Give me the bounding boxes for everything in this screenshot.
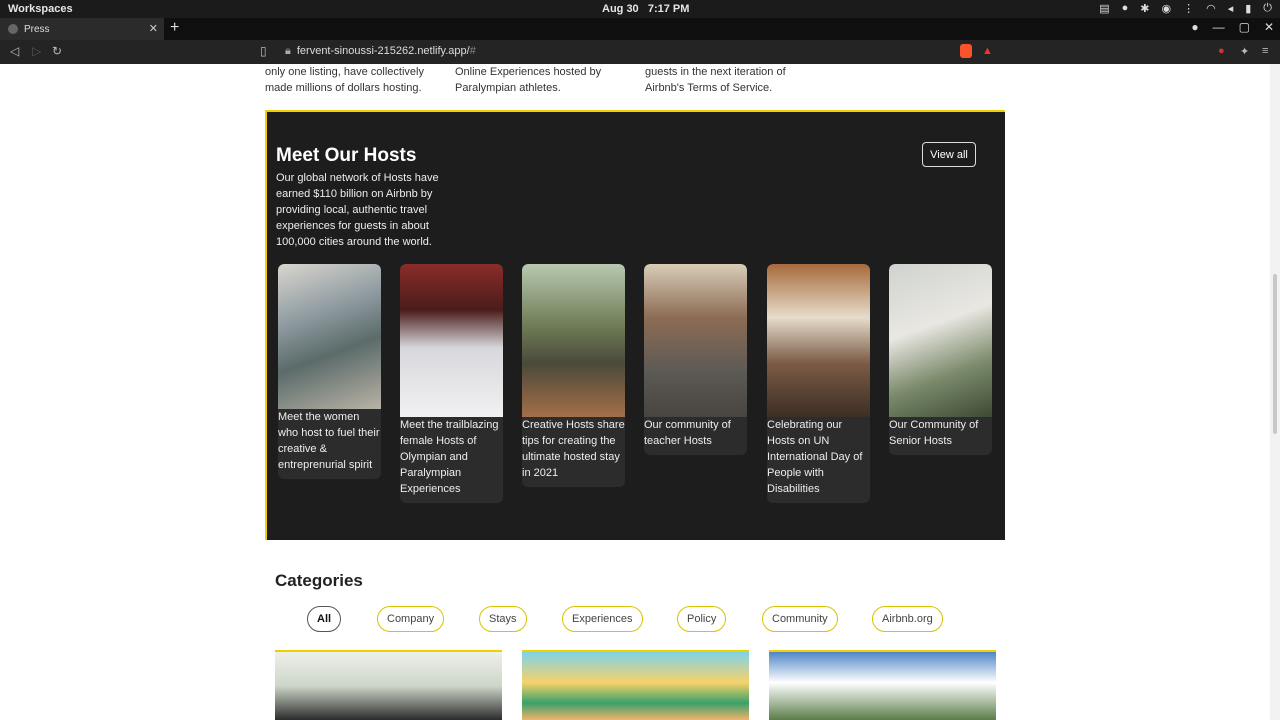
- page-scrollbar[interactable]: [1270, 64, 1280, 720]
- browser-tab[interactable]: Press ✕: [0, 18, 164, 40]
- reload-icon[interactable]: ↻: [52, 44, 62, 58]
- category-chip-company[interactable]: Company: [377, 606, 445, 632]
- host-card-caption: Our community of teacher Hosts: [644, 419, 731, 447]
- workspaces-label[interactable]: Workspaces: [8, 3, 73, 15]
- stat-text-1: only one listing, have collectively made …: [265, 66, 424, 94]
- extension-icon[interactable]: ●: [1218, 45, 1225, 57]
- article-thumbnail-dance[interactable]: [275, 650, 502, 720]
- host-card-caption: Meet the women who host to fuel their cr…: [278, 411, 380, 471]
- bookmark-icon[interactable]: ▯: [260, 44, 267, 58]
- view-all-button[interactable]: View all: [922, 142, 976, 167]
- hosts-description: Our global network of Hosts have earned …: [276, 172, 439, 248]
- category-chip-experiences[interactable]: Experiences: [562, 606, 643, 632]
- page-content: only one listing, have collectively made …: [0, 64, 1280, 720]
- host-card-caption: Celebrating our Hosts on UN Internationa…: [767, 419, 863, 495]
- apps-icon[interactable]: ⋮: [1183, 2, 1194, 15]
- battery-icon[interactable]: ▮: [1245, 2, 1251, 15]
- new-tab-plus-icon[interactable]: +: [170, 19, 179, 37]
- tab-strip: Press ✕ + ● — ▢ ✕: [0, 18, 1280, 40]
- host-card[interactable]: Creative Hosts share tips for creating t…: [522, 264, 625, 487]
- host-photo-athlete: [400, 264, 503, 417]
- power-icon[interactable]: ⏻: [1263, 2, 1272, 15]
- url-field[interactable]: 🔒︎ fervent-sinoussi-215262.netlify.app/#: [285, 45, 476, 58]
- os-top-bar: Workspaces Aug 30 7:17 PM ▤ ● ✱ ◉ ⋮ ◠ ◂ …: [0, 0, 1280, 18]
- host-card[interactable]: Our Community of Senior Hosts: [889, 264, 992, 455]
- brave-shield-icon[interactable]: [960, 44, 972, 58]
- category-chip-all[interactable]: All: [307, 606, 342, 632]
- window-controls: ● — ▢ ✕: [1191, 20, 1274, 34]
- window-list-icon[interactable]: ▤: [1099, 2, 1109, 15]
- category-chip-stays[interactable]: Stays: [479, 606, 527, 632]
- stat-text-2: Online Experiences hosted by Paralympian …: [455, 66, 602, 94]
- scrollbar-thumb[interactable]: [1273, 274, 1277, 434]
- host-card[interactable]: Meet the women who host to fuel their cr…: [278, 264, 381, 479]
- tab-close-icon[interactable]: ✕: [149, 22, 158, 35]
- category-chip-policy[interactable]: Policy: [677, 606, 727, 632]
- profile-icon[interactable]: ●: [1191, 20, 1198, 34]
- host-card[interactable]: Meet the trailblazing female Hosts of Ol…: [400, 264, 503, 503]
- maximize-icon[interactable]: ▢: [1239, 20, 1250, 34]
- menu-icon[interactable]: ≡: [1262, 45, 1268, 57]
- back-icon[interactable]: ◁: [10, 44, 19, 58]
- close-window-icon[interactable]: ✕: [1264, 20, 1274, 34]
- forward-icon[interactable]: ▷: [32, 44, 41, 58]
- host-card-caption: Our Community of Senior Hosts: [889, 419, 979, 447]
- lock-icon: 🔒︎: [285, 45, 291, 57]
- categories-title: Categories: [275, 571, 363, 590]
- tab-favicon-icon: [8, 24, 18, 34]
- category-chip-community[interactable]: Community: [762, 606, 838, 632]
- host-card[interactable]: Celebrating our Hosts on UN Internationa…: [767, 264, 870, 503]
- tab-title: Press: [24, 23, 50, 35]
- host-card[interactable]: Our community of teacher Hosts: [644, 264, 747, 455]
- host-card-caption: Meet the trailblazing female Hosts of Ol…: [400, 419, 499, 495]
- slack-icon[interactable]: ✱: [1140, 2, 1149, 15]
- volume-icon[interactable]: ◂: [1228, 2, 1234, 15]
- host-photo-dining: [767, 264, 870, 417]
- hosts-title: Meet Our Hosts: [276, 145, 417, 166]
- article-thumbnail-house[interactable]: [769, 650, 996, 720]
- host-card-caption: Creative Hosts share tips for creating t…: [522, 419, 625, 479]
- host-photo-forest: [522, 264, 625, 417]
- system-tray: ▤ ● ✱ ◉ ⋮ ◠ ◂ ▮ ⏻: [1099, 2, 1272, 15]
- brave-rewards-icon[interactable]: ▲: [982, 45, 993, 57]
- extensions-puzzle-icon[interactable]: ✦: [1240, 45, 1249, 58]
- discord-icon[interactable]: ◉: [1161, 2, 1171, 15]
- stat-text-3: guests in the next iteration of Airbnb's …: [645, 66, 786, 94]
- address-bar-row: ◁ ▷ ↻ ▯ 🔒︎ fervent-sinoussi-215262.netlif…: [0, 40, 1280, 64]
- minimize-icon[interactable]: —: [1213, 20, 1225, 34]
- record-icon[interactable]: ●: [1122, 2, 1129, 15]
- clock: Aug 30 7:17 PM: [602, 3, 690, 15]
- host-photo-teacher: [644, 264, 747, 417]
- host-photo-kitchen: [278, 264, 381, 409]
- host-photo-senior: [889, 264, 992, 417]
- category-chip-airbnb-org[interactable]: Airbnb.org: [872, 606, 943, 632]
- meet-our-hosts-section: Meet Our Hosts Our global network of Hos…: [265, 110, 1005, 540]
- article-thumbnail-beach[interactable]: [522, 650, 749, 720]
- wifi-icon[interactable]: ◠: [1206, 2, 1216, 15]
